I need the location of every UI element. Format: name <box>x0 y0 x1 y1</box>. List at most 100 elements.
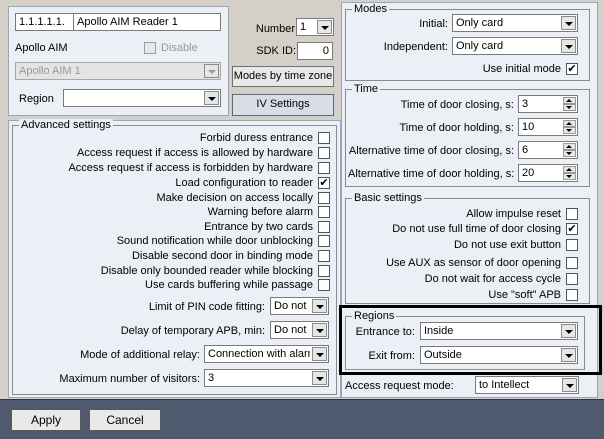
chevron-down-icon <box>204 91 219 105</box>
reader-id-field[interactable]: 1.1.1.1.1. <box>15 13 74 31</box>
spin-down-icon[interactable] <box>563 150 576 157</box>
sdk-id-field[interactable]: 0 <box>297 42 333 60</box>
regions-legend: Regions <box>352 310 397 322</box>
pin-limit-label: Limit of PIN code fitting: <box>148 301 265 313</box>
basic-item-label: Do not wait for access cycle <box>424 273 561 285</box>
entrance-select[interactable]: Inside <box>420 322 578 340</box>
basic-item-checkbox[interactable] <box>566 289 578 301</box>
access-request-mode-value: to Intellect <box>479 379 530 391</box>
iv-settings-button[interactable]: IV Settings <box>232 94 334 116</box>
advanced-item-checkbox[interactable] <box>318 206 330 218</box>
parent-device-select[interactable]: Apollo AIM 1 <box>15 62 221 80</box>
advanced-item-checkbox[interactable] <box>318 147 330 159</box>
independent-mode-value: Only card <box>456 40 504 52</box>
basic-item-checkbox[interactable] <box>566 208 578 220</box>
time-row-spinner[interactable]: 6 <box>518 141 578 159</box>
access-request-mode-select[interactable]: to Intellect <box>475 376 579 394</box>
max-visitors-label: Maximum number of visitors: <box>59 373 200 385</box>
modes-legend: Modes <box>352 3 390 15</box>
chevron-down-icon <box>562 378 577 392</box>
basic-item-label: Do not use full time of door closing <box>392 223 561 235</box>
relay-mode-select[interactable]: Connection with alarm <box>204 345 329 363</box>
basic-item-checkbox[interactable] <box>566 273 578 285</box>
chevron-down-icon <box>561 324 576 338</box>
advanced-item-checkbox[interactable] <box>318 235 330 247</box>
initial-mode-label: Initial: <box>419 18 448 30</box>
max-visitors-value: 3 <box>208 372 215 384</box>
disable-checkbox[interactable] <box>144 42 156 54</box>
advanced-item-checkbox[interactable] <box>318 221 330 233</box>
chevron-down-icon <box>312 371 327 385</box>
advanced-item-label: Disable only bounded reader while blocki… <box>100 265 313 277</box>
parent-device-value: Apollo AIM 1 <box>19 65 81 77</box>
pin-limit-value: Do not u <box>274 300 310 312</box>
advanced-item-checkbox[interactable] <box>318 132 330 144</box>
exit-value: Outside <box>424 349 462 361</box>
advanced-item-label: Access request if access is allowed by h… <box>77 147 313 159</box>
chevron-down-icon <box>204 64 219 78</box>
independent-mode-select[interactable]: Only card <box>452 37 578 55</box>
modes-by-time-zone-button[interactable]: Modes by time zone <box>232 66 334 87</box>
spin-down-icon[interactable] <box>563 173 576 180</box>
use-initial-mode-label: Use initial mode <box>482 63 561 75</box>
basic-item-checkbox[interactable] <box>566 257 578 269</box>
advanced-item-label: Load configuration to reader <box>175 177 313 189</box>
spin-up-icon[interactable] <box>563 143 576 150</box>
number-label: Number <box>255 23 295 35</box>
advanced-settings-legend: Advanced settings <box>19 119 113 131</box>
apb-delay-label: Delay of temporary APB, min: <box>120 325 265 337</box>
advanced-item-checkbox[interactable]: ✔ <box>318 177 330 189</box>
initial-mode-value: Only card <box>456 17 504 29</box>
exit-select[interactable]: Outside <box>420 346 578 364</box>
advanced-item-label: Warning before alarm <box>207 206 313 218</box>
entrance-label: Entrance to: <box>355 326 415 338</box>
exit-label: Exit from: <box>368 350 415 362</box>
chevron-down-icon <box>312 299 327 313</box>
spin-down-icon[interactable] <box>563 104 576 111</box>
number-select[interactable]: 1 <box>296 18 334 36</box>
region-select[interactable] <box>63 89 221 107</box>
max-visitors-select[interactable]: 3 <box>204 369 329 387</box>
time-row-label: Time of door holding, s: <box>399 122 514 134</box>
cancel-button[interactable]: Cancel <box>89 409 161 431</box>
time-row-spinner[interactable]: 10 <box>518 118 578 136</box>
disable-label: Disable <box>161 42 198 54</box>
initial-mode-select[interactable]: Only card <box>452 14 578 32</box>
time-row-spinner[interactable]: 3 <box>518 95 578 113</box>
access-request-mode-label: Access request mode: <box>345 380 454 392</box>
pin-limit-select[interactable]: Do not u <box>270 297 329 315</box>
spin-up-icon[interactable] <box>563 97 576 104</box>
advanced-item-checkbox[interactable] <box>318 162 330 174</box>
spin-up-icon[interactable] <box>563 166 576 173</box>
time-row-spinner[interactable]: 20 <box>518 164 578 182</box>
basic-item-checkbox[interactable]: ✔ <box>566 223 578 235</box>
spin-up-icon[interactable] <box>563 120 576 127</box>
spin-down-icon[interactable] <box>563 127 576 134</box>
apply-button[interactable]: Apply <box>11 409 81 431</box>
advanced-item-label: Disable second door in binding mode <box>131 250 313 262</box>
basic-item-checkbox[interactable] <box>566 239 578 251</box>
reader-name-field[interactable]: Apollo AIM Reader 1 <box>73 13 221 31</box>
advanced-item-checkbox[interactable] <box>318 265 330 277</box>
chevron-down-icon <box>561 39 576 53</box>
use-initial-mode-checkbox[interactable]: ✔ <box>566 63 578 75</box>
apb-delay-select[interactable]: Do not u <box>270 321 329 339</box>
time-row-label: Alternative time of door closing, s: <box>348 145 514 157</box>
basic-item-label: Use "soft" APB <box>488 289 561 301</box>
chevron-down-icon <box>317 20 332 34</box>
basic-settings-legend: Basic settings <box>352 192 424 204</box>
advanced-item-checkbox[interactable] <box>318 192 330 204</box>
parent-device-label: Apollo AIM <box>15 42 68 54</box>
relay-mode-value: Connection with alarm <box>208 348 310 360</box>
advanced-item-label: Use cards buffering while passage <box>145 279 313 291</box>
time-row-value: 6 <box>522 144 529 156</box>
time-row-label: Time of door closing, s: <box>400 99 514 111</box>
chevron-down-icon <box>312 347 327 361</box>
advanced-item-checkbox[interactable] <box>318 250 330 262</box>
time-row-value: 20 <box>522 167 535 179</box>
advanced-item-label: Sound notification while door unblocking <box>116 235 313 247</box>
chevron-down-icon <box>561 348 576 362</box>
time-row-value: 10 <box>522 121 535 133</box>
time-row-label: Alternative time of door holding, s: <box>348 168 515 180</box>
advanced-item-checkbox[interactable] <box>318 279 330 291</box>
